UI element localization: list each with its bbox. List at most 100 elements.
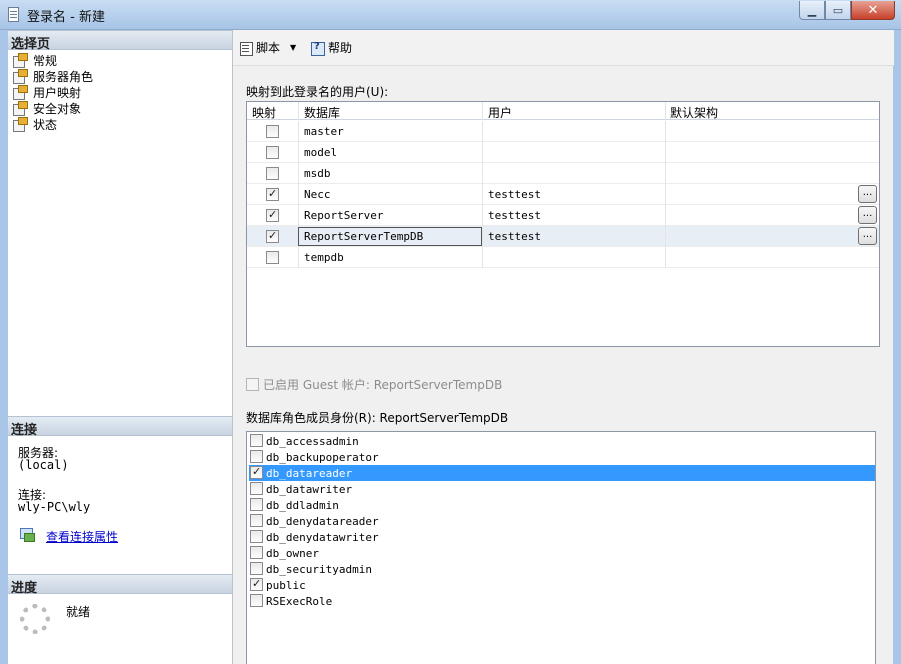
- connection-header: 连接: [8, 416, 232, 436]
- list-item[interactable]: db_denydatawriter: [249, 529, 875, 545]
- list-item[interactable]: db_accessadmin: [249, 433, 875, 449]
- database-cell: tempdb: [304, 251, 344, 264]
- page-icon: [12, 85, 28, 99]
- table-row[interactable]: msdb: [247, 163, 879, 184]
- role-name: public: [266, 579, 306, 592]
- guest-account-label: 已启用 Guest 帐户: ReportServerTempDB: [263, 376, 502, 393]
- column-header-default-schema[interactable]: 默认架构: [670, 104, 718, 121]
- role-checkbox[interactable]: [250, 578, 263, 591]
- role-checkbox[interactable]: [250, 562, 263, 575]
- script-button[interactable]: 脚本 ▼: [239, 39, 296, 56]
- default-schema-browse-button[interactable]: ...: [858, 227, 877, 245]
- role-membership-title: 数据库角色成员身份(R): ReportServerTempDB: [246, 409, 508, 426]
- view-connection-properties-link[interactable]: 查看连接属性: [46, 528, 118, 545]
- guest-account-option: 已启用 Guest 帐户: ReportServerTempDB: [246, 376, 502, 393]
- title-bar: 登录名 - 新建 ▁ ▭ ✕: [0, 0, 901, 30]
- default-schema-browse-button[interactable]: ...: [858, 206, 877, 224]
- role-name: db_owner: [266, 547, 319, 560]
- default-schema-browse-button[interactable]: ...: [858, 185, 877, 203]
- role-checkbox[interactable]: [250, 434, 263, 447]
- map-checkbox[interactable]: [266, 251, 279, 264]
- close-button[interactable]: ✕: [851, 1, 895, 20]
- table-row[interactable]: Necctesttest...: [247, 184, 879, 205]
- help-button[interactable]: 帮助: [311, 39, 352, 56]
- user-cell[interactable]: testtest: [488, 188, 541, 201]
- script-label: 脚本: [256, 39, 280, 56]
- list-item[interactable]: db_datareader: [249, 465, 875, 481]
- connection-value: wly-PC\wly: [18, 501, 90, 513]
- maximize-button[interactable]: ▭: [825, 1, 851, 20]
- database-cell: ReportServer: [304, 209, 383, 222]
- window-title: 登录名 - 新建: [27, 6, 105, 25]
- database-cell: model: [304, 146, 337, 159]
- role-checkbox[interactable]: [250, 482, 263, 495]
- map-checkbox[interactable]: [266, 230, 279, 243]
- role-name: RSExecRole: [266, 595, 332, 608]
- role-checkbox[interactable]: [250, 466, 263, 479]
- role-name: db_datareader: [266, 467, 352, 480]
- user-cell[interactable]: testtest: [488, 209, 541, 222]
- map-checkbox[interactable]: [266, 209, 279, 222]
- list-item[interactable]: db_owner: [249, 545, 875, 561]
- list-item[interactable]: db_ddladmin: [249, 497, 875, 513]
- select-page-header: 选择页: [8, 30, 232, 50]
- page-icon: [12, 69, 28, 83]
- progress-header: 进度: [8, 574, 232, 594]
- list-item[interactable]: db_denydatareader: [249, 513, 875, 529]
- list-item[interactable]: db_datawriter: [249, 481, 875, 497]
- page-item[interactable]: 常规: [12, 52, 93, 68]
- role-checkbox[interactable]: [250, 546, 263, 559]
- page-icon: [12, 101, 28, 115]
- role-checkbox[interactable]: [250, 514, 263, 527]
- page-item[interactable]: 服务器角色: [12, 68, 93, 84]
- list-item[interactable]: public: [249, 577, 875, 593]
- role-name: db_securityadmin: [266, 563, 372, 576]
- page-icon: [12, 117, 28, 131]
- table-row[interactable]: master: [247, 121, 879, 142]
- table-row[interactable]: ReportServer testtest...: [247, 205, 879, 226]
- list-item[interactable]: RSExecRole: [249, 593, 875, 609]
- progress-status: 就绪: [66, 603, 90, 620]
- page-label: 安全对象: [33, 100, 81, 117]
- right-panel: 脚本 ▼ 帮助 映射到此登录名的用户(U): 映射 数据库 用户 默认架构 ma…: [232, 30, 893, 664]
- mapping-title: 映射到此登录名的用户(U):: [246, 83, 388, 100]
- role-name: db_datawriter: [266, 483, 352, 496]
- page-icon: [12, 53, 28, 67]
- column-header-user[interactable]: 用户: [488, 104, 512, 121]
- grid-header: 映射 数据库 用户 默认架构: [247, 102, 879, 120]
- role-checkbox[interactable]: [250, 594, 263, 607]
- role-checkbox[interactable]: [250, 498, 263, 511]
- page-item[interactable]: 安全对象: [12, 100, 93, 116]
- guest-account-checkbox: [246, 378, 259, 391]
- table-row[interactable]: model: [247, 142, 879, 163]
- column-header-database[interactable]: 数据库: [304, 104, 340, 121]
- user-cell[interactable]: testtest: [488, 230, 541, 243]
- table-row[interactable]: tempdb: [247, 247, 879, 268]
- script-icon: [239, 41, 253, 55]
- role-checkbox[interactable]: [250, 530, 263, 543]
- chevron-down-icon[interactable]: ▼: [290, 43, 296, 52]
- map-checkbox[interactable]: [266, 188, 279, 201]
- page-label: 常规: [33, 52, 57, 69]
- help-label: 帮助: [328, 39, 352, 56]
- page-list: 常规服务器角色用户映射安全对象状态: [12, 52, 93, 132]
- window-controls: ▁ ▭ ✕: [799, 1, 895, 20]
- map-checkbox[interactable]: [266, 146, 279, 159]
- list-item[interactable]: db_securityadmin: [249, 561, 875, 577]
- minimize-button[interactable]: ▁: [799, 1, 825, 20]
- left-panel: 选择页 常规服务器角色用户映射安全对象状态 连接 服务器: (local) 连接…: [8, 30, 232, 664]
- column-header-map[interactable]: 映射: [252, 104, 276, 121]
- map-checkbox[interactable]: [266, 125, 279, 138]
- page-label: 状态: [33, 116, 57, 133]
- role-name: db_ddladmin: [266, 499, 339, 512]
- database-cell: ReportServerTempDB: [304, 230, 423, 243]
- page-item[interactable]: 状态: [12, 116, 93, 132]
- list-item[interactable]: db_backupoperator: [249, 449, 875, 465]
- map-checkbox[interactable]: [266, 167, 279, 180]
- database-cell: master: [304, 125, 344, 138]
- progress-spinner-icon: [20, 604, 50, 634]
- page-item[interactable]: 用户映射: [12, 84, 93, 100]
- table-row[interactable]: ReportServerTempDB testtest...: [247, 226, 879, 247]
- page-label: 服务器角色: [33, 68, 93, 85]
- role-checkbox[interactable]: [250, 450, 263, 463]
